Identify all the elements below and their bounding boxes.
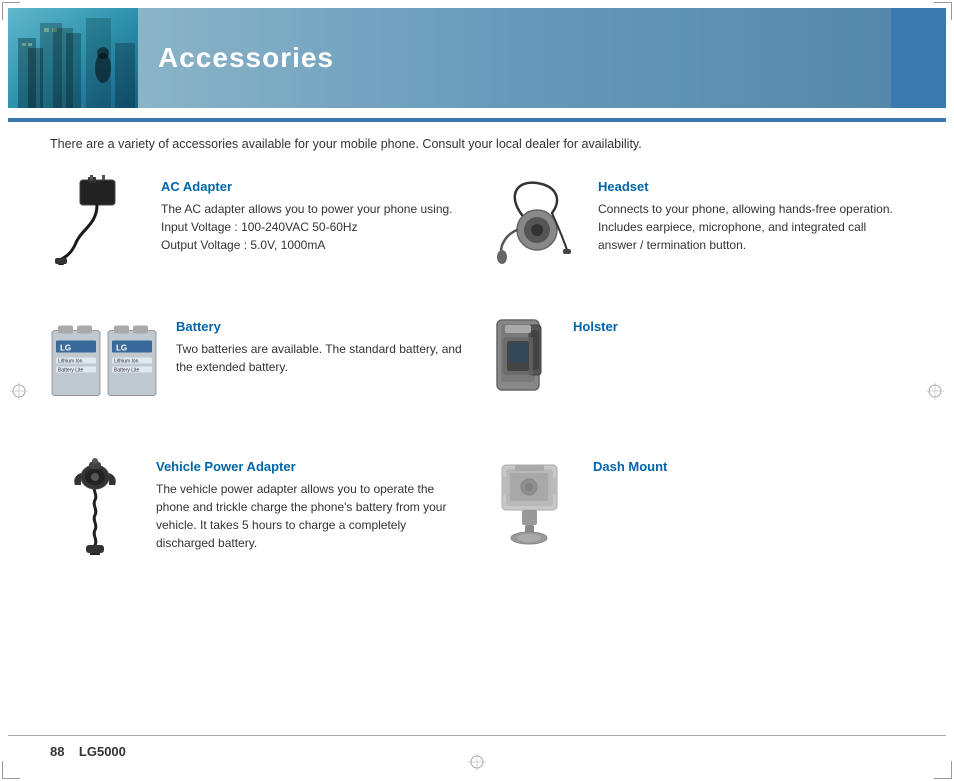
dash-mount-text: Dash Mount [593, 455, 904, 480]
model-label: LG5000 [79, 744, 126, 759]
headset-desc: Connects to your phone, allowing hands-f… [598, 200, 904, 254]
header-title-bar: Accessories [138, 8, 891, 108]
crop-mark-bl [2, 761, 20, 779]
accessory-row-1: AC Adapter The AC adapter allows you to … [50, 175, 904, 295]
vehicle-text: Vehicle Power Adapter The vehicle power … [156, 455, 467, 552]
dash-mount-image [487, 455, 577, 545]
battery-text: Battery Two batteries are available. The… [176, 315, 467, 376]
headset-title: Headset [598, 179, 904, 194]
vehicle-title: Vehicle Power Adapter [156, 459, 467, 474]
battery-title: Battery [176, 319, 467, 334]
dash-mount-title: Dash Mount [593, 459, 904, 474]
header-photo [8, 8, 138, 108]
page-title: Accessories [158, 42, 334, 74]
accessory-vehicle: Vehicle Power Adapter The vehicle power … [50, 455, 467, 575]
reg-mark-left [10, 382, 28, 400]
vehicle-image [50, 455, 140, 555]
reg-mark-right [926, 382, 944, 400]
ac-adapter-title: AC Adapter [161, 179, 467, 194]
accessories-grid: AC Adapter The AC adapter allows you to … [50, 175, 904, 721]
header-accent [891, 8, 946, 108]
reg-mark-bottom [468, 753, 486, 771]
svg-text:Lithium Ion: Lithium Ion [58, 359, 83, 365]
header-blue-line [8, 118, 946, 122]
vehicle-desc: The vehicle power adapter allows you to … [156, 480, 467, 552]
svg-text:Lithium Ion: Lithium Ion [114, 359, 139, 365]
ac-adapter-image [50, 175, 145, 265]
battery-desc: Two batteries are available. The standar… [176, 340, 467, 376]
accessory-holster: Holster [467, 315, 904, 435]
svg-text:LG: LG [116, 344, 127, 353]
holster-title: Holster [573, 319, 904, 334]
crop-mark-br [934, 761, 952, 779]
page-number-area: 88 LG5000 [50, 744, 126, 759]
page-header: Accessories [8, 8, 946, 118]
header-image [8, 8, 138, 108]
accessory-row-2: LG Lithium Ion Battery Lite LG Lithium I… [50, 315, 904, 435]
accessory-ac-adapter: AC Adapter The AC adapter allows you to … [50, 175, 467, 295]
page-number: 88 [50, 744, 64, 759]
svg-text:LG: LG [60, 344, 71, 353]
accessory-row-3: Vehicle Power Adapter The vehicle power … [50, 455, 904, 575]
ac-adapter-text: AC Adapter The AC adapter allows you to … [161, 175, 467, 254]
intro-paragraph: There are a variety of accessories avail… [50, 135, 904, 154]
holster-text: Holster [573, 315, 904, 340]
svg-text:Battery Lite: Battery Lite [58, 368, 84, 374]
headset-image [487, 175, 582, 265]
headset-text: Headset Connects to your phone, allowing… [598, 175, 904, 254]
battery-image: LG Lithium Ion Battery Lite LG Lithium I… [50, 315, 160, 405]
svg-text:Battery Lite: Battery Lite [114, 368, 140, 374]
accessory-headset: Headset Connects to your phone, allowing… [467, 175, 904, 295]
holster-image [487, 315, 557, 405]
ac-adapter-desc: The AC adapter allows you to power your … [161, 200, 467, 254]
accessory-battery: LG Lithium Ion Battery Lite LG Lithium I… [50, 315, 467, 435]
accessory-dash-mount: Dash Mount [467, 455, 904, 575]
bottom-separator [8, 735, 946, 736]
